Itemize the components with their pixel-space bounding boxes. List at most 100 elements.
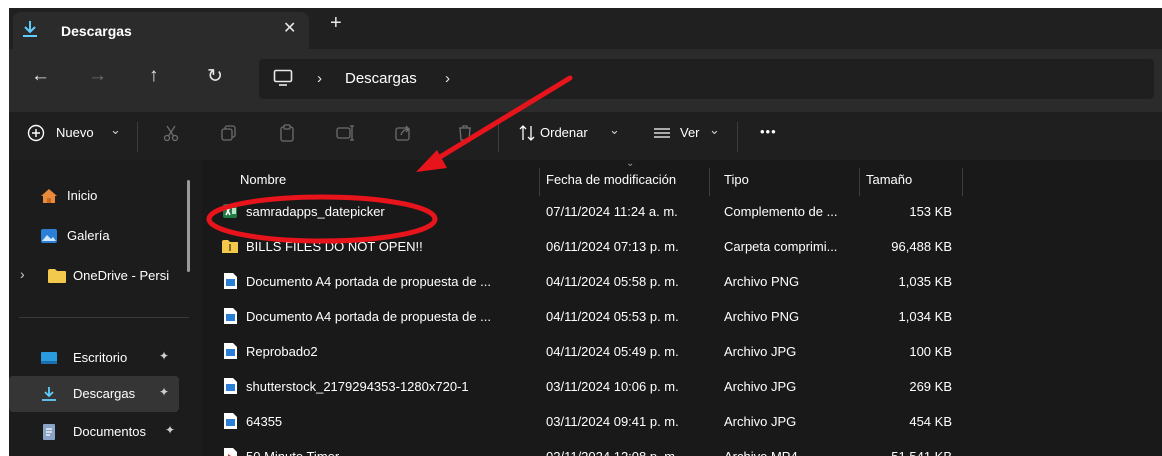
file-date: 04/11/2024 05:49 p. m. [546, 344, 679, 359]
file-row[interactable]: Documento A4 portada de propuesta de ...… [202, 299, 962, 333]
chevron-right-icon[interactable]: › [20, 266, 25, 282]
file-explorer-window: Descargas ✕ + ← → ↑ ↻ › Descargas › Nuev… [9, 8, 1162, 456]
view-list-icon[interactable] [652, 123, 672, 143]
column-header-size[interactable]: Tamaño [866, 172, 912, 187]
file-name: Documento A4 portada de propuesta de ... [246, 274, 492, 289]
sidebar-item-label: Inicio [67, 188, 98, 203]
file-row[interactable]: Documento A4 portada de propuesta de ...… [202, 264, 962, 298]
sidebar-item-onedrive[interactable]: › OneDrive - Persi [9, 258, 179, 294]
sidebar-item-documentos[interactable]: Documentos ✦ [9, 414, 179, 450]
file-date: 02/11/2024 12:08 p. m. [546, 449, 679, 456]
tab-title: Descargas [61, 23, 132, 39]
view-button[interactable]: Ver [680, 125, 700, 140]
video-file-icon [224, 448, 237, 456]
chevron-down-icon[interactable]: ⌄ [709, 122, 720, 138]
column-divider[interactable] [709, 168, 710, 196]
image-file-icon [224, 343, 237, 359]
file-date: 06/11/2024 07:13 p. m. [546, 239, 679, 254]
cut-icon[interactable] [161, 123, 181, 143]
file-row[interactable]: shutterstock_2179294353-1280x720-1 03/11/… [202, 369, 962, 403]
file-date: 04/11/2024 05:53 p. m. [546, 309, 679, 324]
file-name: Documento A4 portada de propuesta de ... [246, 309, 492, 324]
file-row[interactable]: 50 Minute Timer 02/11/2024 12:08 p. m. Arc… [202, 439, 962, 456]
chevron-down-icon[interactable]: ⌄ [609, 122, 620, 138]
sidebar-item-label: Descargas [73, 386, 136, 401]
file-size: 269 KB [909, 379, 952, 394]
plus-circle-icon[interactable] [26, 123, 46, 143]
sidebar-scrollbar[interactable] [187, 180, 190, 272]
sidebar-item-escritorio[interactable]: Escritorio ✦ [9, 340, 179, 376]
toolbar-separator [498, 122, 499, 152]
sidebar-item-label: OneDrive - Persi [73, 268, 170, 283]
navigation-pane: Inicio Galería › OneDrive - Persi Escrit… [9, 160, 199, 456]
download-icon [23, 21, 37, 37]
file-type: Complemento de ... [724, 204, 838, 219]
file-type: Archivo JPG [724, 344, 797, 359]
file-size: 51,541 KB [862, 449, 952, 456]
file-size: 1,034 KB [898, 309, 953, 324]
close-tab-icon[interactable]: ✕ [283, 18, 296, 38]
file-size: 454 KB [909, 414, 952, 429]
file-size: 1,035 KB [898, 274, 953, 289]
sidebar-divider [19, 317, 189, 318]
column-header-name[interactable]: Nombre [240, 172, 286, 187]
share-icon[interactable] [393, 123, 413, 143]
command-bar: Nuevo ⌄ Ordenar ⌄ Ver ⌄ ••• [9, 111, 1162, 160]
file-type: Archivo PNG [724, 309, 800, 324]
sort-icon[interactable] [517, 123, 537, 143]
paste-icon[interactable] [277, 123, 297, 143]
sort-button[interactable]: Ordenar [540, 125, 588, 140]
refresh-icon[interactable]: ↻ [207, 65, 223, 88]
file-type: Archivo MP4 [724, 449, 798, 456]
file-date: 04/11/2024 05:58 p. m. [546, 274, 679, 289]
column-header-date[interactable]: Fecha de modificación [546, 172, 676, 187]
file-row[interactable]: BILLS FILES DO NOT OPEN!! 06/11/2024 07:1… [202, 229, 962, 263]
folder-icon [48, 269, 66, 283]
address-bar[interactable]: › Descargas › [259, 59, 1154, 99]
file-name: Reprobado2 [246, 344, 318, 359]
gallery-icon [41, 229, 57, 243]
tab-bar: Descargas ✕ + [9, 8, 1162, 49]
address-row: ← → ↑ ↻ › Descargas › [9, 49, 1162, 111]
up-icon[interactable]: ↑ [149, 65, 159, 87]
file-name: 64355 [246, 414, 283, 429]
file-row[interactable]: samradapps_datepicker 07/11/2024 11:24 a.… [202, 194, 962, 228]
forward-icon[interactable]: → [88, 65, 107, 87]
pin-icon[interactable]: ✦ [159, 349, 169, 363]
back-icon[interactable]: ← [31, 65, 50, 87]
file-type: Carpeta comprimi... [724, 239, 838, 254]
file-type: Archivo PNG [724, 274, 800, 289]
breadcrumb-chevron-icon[interactable]: › [445, 70, 450, 87]
breadcrumb-descargas[interactable]: Descargas [345, 70, 417, 87]
sidebar-item-label: Documentos [73, 424, 146, 439]
rename-icon[interactable] [335, 123, 355, 143]
toolbar-separator [137, 122, 138, 152]
file-type: Archivo JPG [724, 414, 797, 429]
new-tab-icon[interactable]: + [330, 12, 342, 35]
column-divider[interactable] [962, 168, 963, 196]
more-options-icon[interactable]: ••• [760, 124, 777, 139]
sidebar-item-descargas[interactable]: Descargas ✦ [9, 376, 179, 412]
new-button[interactable]: Nuevo [56, 125, 94, 140]
sidebar-item-label: Galería [67, 228, 110, 243]
file-row[interactable]: 64355 03/11/2024 09:41 p. m. Archivo JPG 45… [202, 404, 962, 438]
sidebar-item-galeria[interactable]: Galería [9, 218, 179, 254]
image-file-icon [224, 413, 237, 429]
tab-descargas[interactable]: Descargas ✕ [13, 12, 309, 49]
breadcrumb-chevron-icon[interactable]: › [317, 70, 322, 87]
file-row[interactable]: Reprobado2 04/11/2024 05:49 p. m. Archivo … [202, 334, 962, 368]
column-header-type[interactable]: Tipo [724, 172, 749, 187]
copy-icon[interactable] [219, 123, 239, 143]
column-divider[interactable] [539, 168, 540, 196]
pin-icon[interactable]: ✦ [159, 385, 169, 399]
sidebar-item-label: Escritorio [73, 350, 128, 365]
chevron-down-icon[interactable]: ⌄ [110, 122, 121, 138]
sidebar-item-inicio[interactable]: Inicio [9, 178, 179, 214]
delete-icon[interactable] [455, 123, 475, 143]
toolbar-separator [737, 122, 738, 152]
column-divider[interactable] [859, 168, 860, 196]
home-icon [41, 189, 57, 203]
sort-indicator-icon: ⌄ [626, 158, 635, 169]
pin-icon[interactable]: ✦ [165, 423, 175, 437]
image-file-icon [224, 378, 237, 394]
